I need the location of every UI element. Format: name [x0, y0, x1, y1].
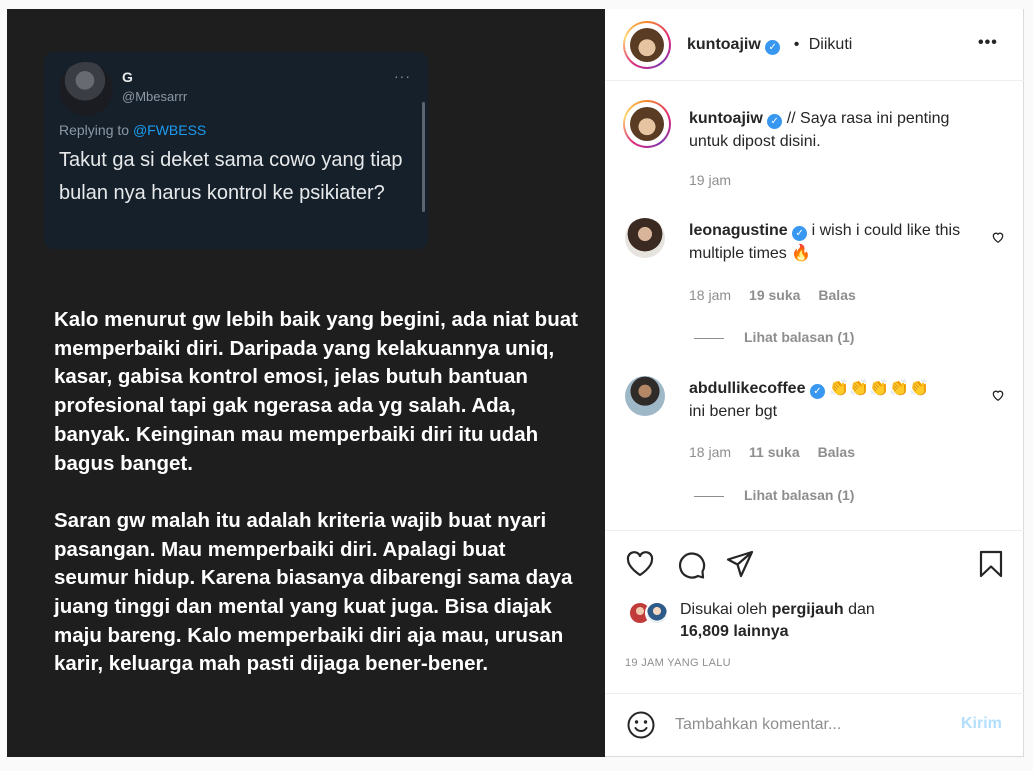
follow-status-button[interactable]: Diikuti	[809, 36, 853, 53]
comment-heart-icon[interactable]	[991, 230, 1005, 244]
caption: kuntoajiw ✓ // Saya rasa ini penting unt…	[689, 107, 969, 153]
post-details-panel: kuntoajiw ✓ • Diikuti ••• kuntoajiw ✓ //…	[605, 9, 1024, 757]
post-image[interactable]: G @Mbesarrr ··· Replying to @FWBESS Taku…	[7, 9, 605, 757]
tweet-screenshot: G @Mbesarrr ··· Replying to @FWBESS Taku…	[44, 52, 428, 249]
likes-count[interactable]: 16,809 lainnya	[680, 623, 789, 640]
separator-dot: •	[793, 36, 800, 53]
comment-time[interactable]: 18 jam	[689, 287, 731, 303]
comments-section: kuntoajiw ✓ // Saya rasa ini penting unt…	[605, 81, 1024, 531]
verified-icon: ✓	[809, 384, 825, 399]
header-user-info: kuntoajiw ✓ • Diikuti	[687, 36, 852, 55]
liker-avatar	[645, 601, 669, 625]
tweet-mention: @FWBESS	[132, 122, 207, 138]
comment-heart-icon[interactable]	[991, 388, 1005, 402]
author-avatar[interactable]	[623, 21, 671, 69]
bookmark-icon[interactable]	[976, 549, 1006, 579]
post-comment-button[interactable]: Kirim	[961, 715, 1002, 733]
comment-username[interactable]: leonagustine	[689, 222, 788, 239]
comment-meta: 18 jam 11 suka Balas	[689, 444, 873, 460]
commenter-avatar[interactable]	[625, 218, 665, 258]
tweet-author-name: G	[122, 69, 133, 85]
more-options-icon[interactable]: •••	[978, 34, 998, 52]
view-replies-button[interactable]: Lihat balasan (1)	[694, 329, 854, 345]
verified-icon: ✓	[792, 226, 808, 241]
comment-text: 👏👏👏👏👏	[829, 380, 929, 397]
view-replies-button[interactable]: Lihat balasan (1)	[694, 487, 854, 503]
paper-plane-icon[interactable]	[725, 549, 755, 579]
comment: leonagustine ✓ i wish i could like this …	[689, 219, 969, 265]
tweet-more-icon: ···	[394, 68, 411, 84]
post-timestamp[interactable]: 19 JAM YANG LALU	[625, 657, 731, 669]
tweet-text: Takut ga si deket sama cowo yang tiap bu…	[59, 149, 403, 204]
caption-avatar[interactable]	[623, 100, 671, 148]
heart-icon[interactable]	[625, 549, 655, 579]
comment-username[interactable]: abdullikecoffee	[689, 380, 805, 397]
caption-time[interactable]: 19 jam	[689, 172, 731, 188]
tweet-avatar	[59, 62, 113, 116]
smiley-icon[interactable]	[626, 710, 656, 740]
comment-text-line2: ini bener bgt	[689, 403, 778, 420]
comment: abdullikecoffee ✓ 👏👏👏👏👏 ini bener bgt	[689, 377, 969, 423]
likes-text: Disukai oleh pergijauh dan 16,809 lainny…	[680, 601, 875, 640]
post-image-text: Kalo menurut gw lebih baik yang begini, …	[54, 306, 584, 679]
post-header: kuntoajiw ✓ • Diikuti •••	[605, 9, 1024, 81]
add-comment-bar: Kirim	[605, 693, 1024, 757]
verified-icon: ✓	[765, 40, 781, 55]
caption-username[interactable]: kuntoajiw	[689, 110, 763, 127]
reply-button[interactable]: Balas	[818, 444, 855, 460]
comment-likes[interactable]: 11 suka	[749, 444, 800, 460]
tweet-author-handle: @Mbesarrr	[122, 89, 188, 104]
post-paragraph-1: Kalo menurut gw lebih baik yang begini, …	[54, 308, 578, 475]
post-paragraph-2: Saran gw malah itu adalah kriteria wajib…	[54, 508, 573, 676]
comment-likes[interactable]: 19 suka	[749, 287, 800, 303]
commenter-avatar[interactable]	[625, 376, 665, 416]
verified-icon: ✓	[767, 114, 783, 129]
comment-time[interactable]: 18 jam	[689, 444, 731, 460]
author-username[interactable]: kuntoajiw	[687, 36, 761, 53]
reply-button[interactable]: Balas	[818, 287, 855, 303]
liker-avatars[interactable]	[628, 601, 669, 627]
comment-bubble-icon[interactable]	[676, 549, 706, 579]
liker-username[interactable]: pergijauh	[772, 601, 844, 618]
tweet-replying-to: Replying to @FWBESS	[59, 122, 207, 138]
tweet-scrollbar	[422, 102, 425, 212]
comment-input[interactable]	[675, 712, 945, 738]
comment-meta: 18 jam 19 suka Balas	[689, 287, 874, 303]
